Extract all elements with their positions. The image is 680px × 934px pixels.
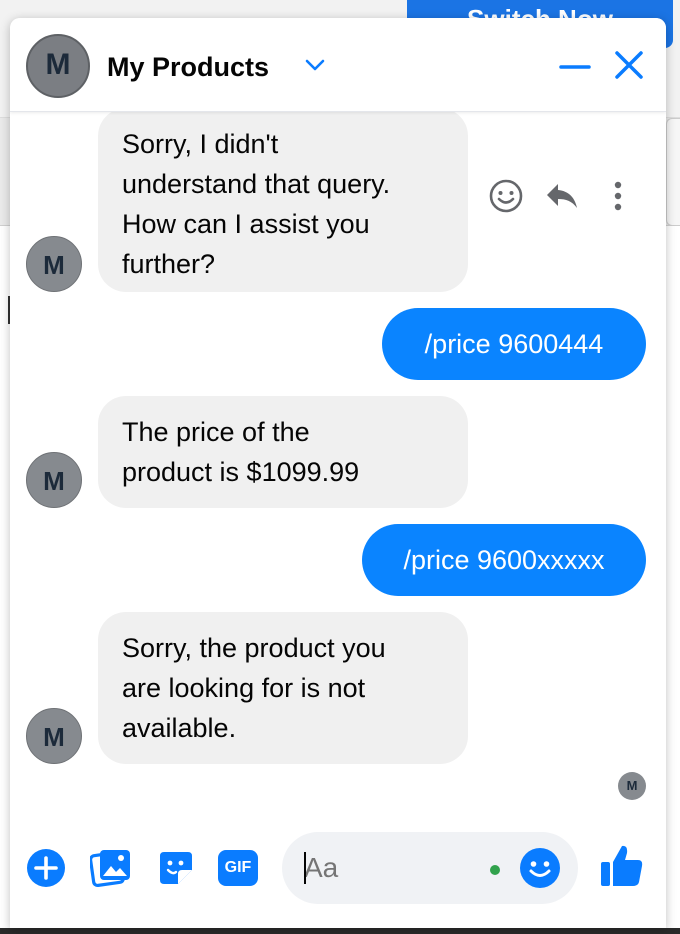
message-line: are looking for is not — [122, 673, 366, 703]
header-avatar[interactable]: M — [26, 34, 90, 98]
message-input[interactable] — [304, 846, 484, 890]
chevron-down-icon[interactable] — [304, 56, 326, 74]
gif-icon[interactable]: GIF — [218, 850, 258, 886]
bot-avatar[interactable]: M — [26, 452, 82, 508]
close-icon[interactable] — [612, 48, 646, 82]
chat-header: M My Products — [10, 18, 666, 112]
outgoing-message: /price 9600xxxxx — [362, 524, 646, 596]
emoji-icon[interactable] — [518, 846, 562, 890]
react-icon[interactable] — [488, 178, 524, 214]
message-input-box[interactable] — [282, 832, 578, 904]
minimize-icon[interactable] — [558, 52, 592, 82]
message-line: product is $1099.99 — [122, 457, 360, 487]
online-status-dot — [490, 865, 500, 875]
background-bottom-bar — [0, 928, 680, 934]
incoming-message: Sorry, the product you are looking for i… — [98, 612, 468, 764]
sticker-icon[interactable] — [156, 848, 196, 888]
message-line: available. — [122, 713, 237, 743]
chat-window: M My Products Sorry, I didn't understand… — [10, 18, 666, 928]
message-line: further? — [122, 249, 216, 279]
text-cursor — [304, 852, 306, 884]
composer: GIF — [10, 818, 666, 928]
seen-indicator-avatar: M — [618, 772, 646, 800]
incoming-message: The price of the product is $1099.99 — [98, 396, 468, 508]
outgoing-message: /price 9600444 — [382, 308, 646, 380]
like-icon[interactable] — [598, 842, 646, 890]
photo-icon[interactable] — [90, 848, 132, 888]
reply-icon[interactable] — [544, 178, 580, 214]
chat-title[interactable]: My Products — [107, 52, 269, 83]
message-line: The price of the — [122, 417, 310, 447]
bot-avatar[interactable]: M — [26, 708, 82, 764]
bot-avatar[interactable]: M — [26, 236, 82, 292]
message-line: How can I assist you — [122, 209, 370, 239]
message-line: Sorry, the product you — [122, 633, 386, 663]
more-icon[interactable] — [606, 178, 630, 214]
incoming-message: Sorry, I didn't understand that query. H… — [98, 108, 468, 292]
plus-icon[interactable] — [26, 848, 66, 888]
message-line: Sorry, I didn't — [122, 129, 279, 159]
background-side-control — [666, 118, 680, 226]
message-line: understand that query. — [122, 169, 391, 199]
message-actions — [488, 178, 638, 214]
